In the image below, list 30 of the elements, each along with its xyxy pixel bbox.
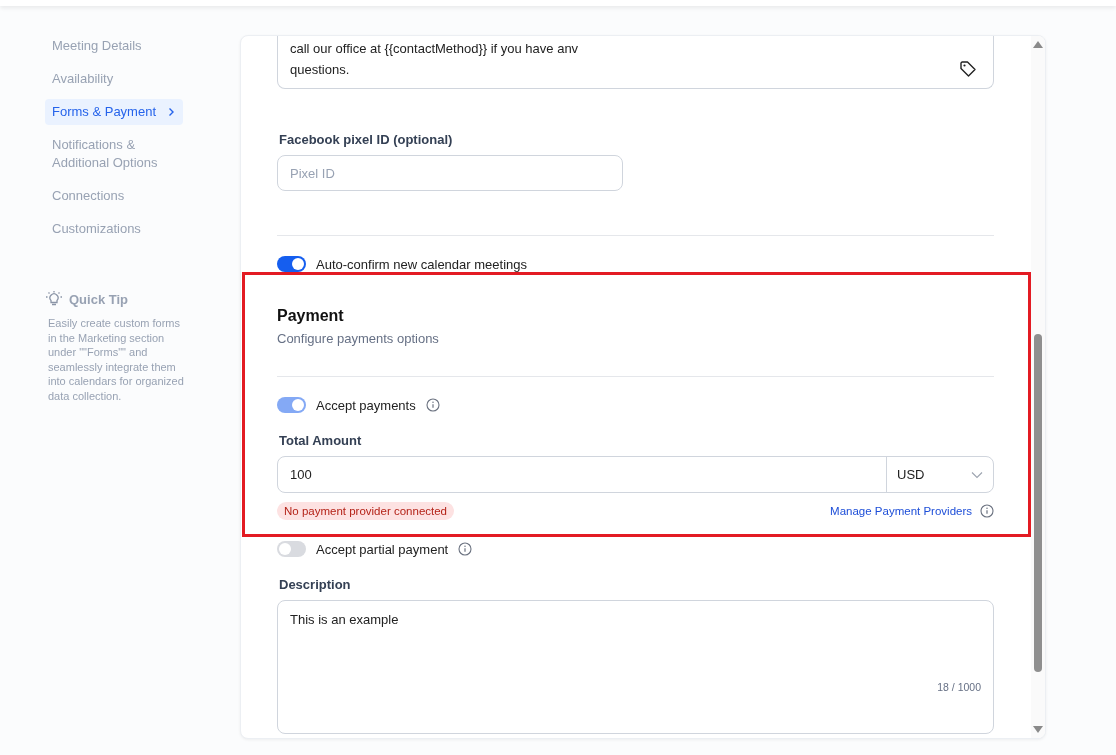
- toggle-label: Accept payments: [316, 397, 416, 413]
- info-icon: [425, 398, 440, 412]
- lightbulb-icon: [45, 290, 63, 308]
- field-label: Total Amount: [279, 433, 363, 448]
- manage-providers-link[interactable]: Manage Payment Providers: [830, 505, 972, 517]
- sidebar-item[interactable]: Notifications & Additional Options: [45, 134, 189, 174]
- quick-tip-text: Easily create custom forms in the Marketing section under ""Forms"" and seamlessly integrate them into calendars for organized data collection.: [48, 316, 184, 403]
- pixel-id-field[interactable]: Pixel ID: [277, 155, 623, 191]
- sidebar-item[interactable]: Meeting Details: [45, 35, 189, 57]
- quick-tip-title: Quick Tip: [69, 291, 128, 307]
- sidebar-item[interactable]: Availability: [45, 68, 189, 90]
- section-subtitle: Configure payments options: [277, 331, 440, 346]
- info-icon: [980, 504, 994, 518]
- info-icon: [458, 542, 473, 556]
- sidebar-item[interactable]: Customizations: [45, 218, 189, 240]
- sidebar-item[interactable]: Forms & Payment: [45, 99, 184, 125]
- toggle-label: Auto-confirm new calendar meetings: [316, 256, 527, 272]
- toggle-label: Accept partial payment: [316, 541, 449, 557]
- toggle-switch[interactable]: [277, 256, 306, 272]
- error-badge: No payment provider connected: [277, 502, 454, 520]
- message-textarea[interactable]: call our office at {{contactMethod}} if you have anv questions.: [277, 36, 994, 89]
- sidebar-item[interactable]: Connections: [45, 185, 189, 207]
- tag-icon[interactable]: [959, 60, 977, 78]
- field-label: Facebook pixel ID (optional): [279, 132, 454, 147]
- scrollbar[interactable]: [1031, 36, 1045, 738]
- character-counter: 18 / 1000: [937, 681, 981, 693]
- section-title: Payment: [277, 307, 345, 325]
- description-textarea[interactable]: This is an example 18 / 1000: [277, 600, 994, 734]
- toggle-switch[interactable]: [277, 541, 306, 557]
- field-label: Description: [279, 577, 352, 592]
